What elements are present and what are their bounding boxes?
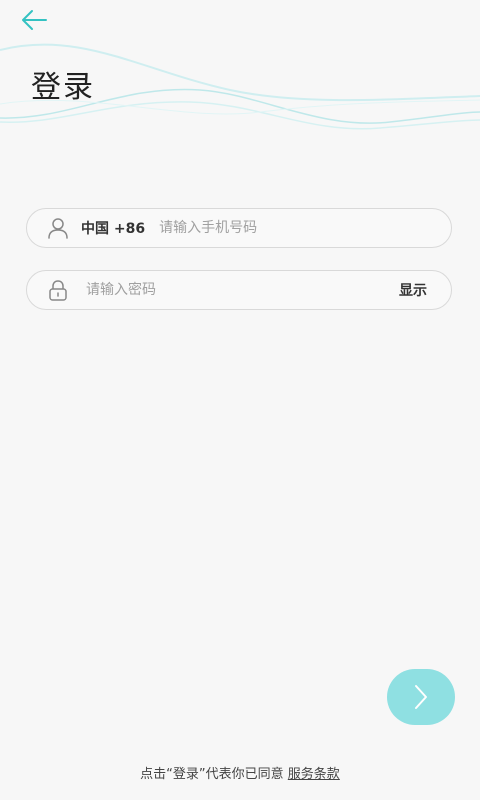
country-code-selector[interactable]: 中国 +86 bbox=[81, 218, 145, 238]
terms-of-service-link[interactable]: 服务条款 bbox=[288, 767, 340, 782]
back-button[interactable] bbox=[14, 4, 54, 36]
arrow-left-icon bbox=[22, 10, 47, 30]
chevron-right-icon bbox=[415, 685, 427, 709]
lock-icon bbox=[46, 278, 70, 302]
next-button[interactable] bbox=[387, 669, 455, 725]
show-password-toggle[interactable]: 显示 bbox=[399, 280, 427, 300]
password-input[interactable] bbox=[84, 281, 399, 299]
password-field[interactable]: 显示 bbox=[26, 270, 452, 310]
terms-notice: 点击“登录”代表你已同意 服务条款 bbox=[0, 763, 480, 782]
phone-input[interactable] bbox=[157, 219, 451, 237]
user-icon bbox=[46, 216, 70, 240]
terms-notice-text: 点击“登录”代表你已同意 bbox=[140, 767, 284, 782]
page-title: 登录 bbox=[31, 70, 95, 105]
phone-field[interactable]: 中国 +86 bbox=[26, 208, 452, 248]
